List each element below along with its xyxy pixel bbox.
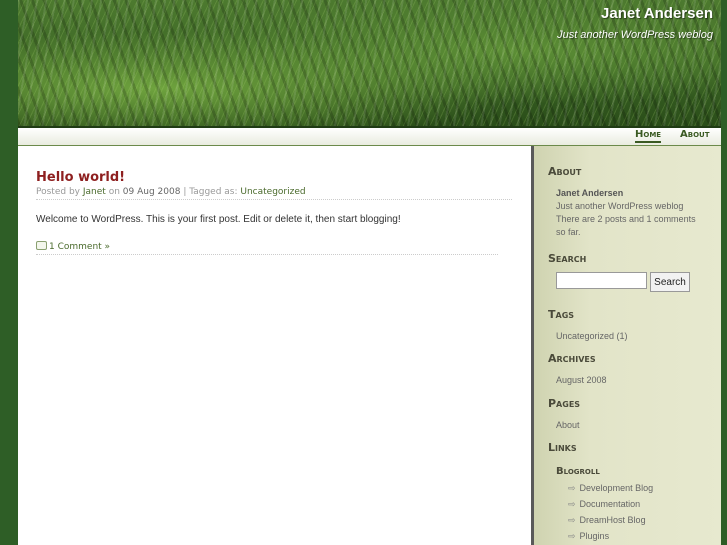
- arrow-right-icon: ⇨: [568, 531, 576, 541]
- search-input[interactable]: [556, 272, 647, 289]
- about-stats-line2: so far.: [556, 227, 581, 237]
- blogroll-item[interactable]: ⇨ Development Blog: [568, 483, 653, 494]
- meta-category-link[interactable]: Uncategorized: [240, 187, 305, 197]
- tags-heading: Tags: [548, 308, 575, 321]
- post-meta: Posted by Janet on 09 Aug 2008 | Tagged …: [36, 187, 512, 200]
- page: Janet Andersen Just another WordPress we…: [18, 0, 721, 545]
- tag-item-uncategorized[interactable]: Uncategorized (1): [556, 330, 628, 343]
- links-heading: Links: [548, 441, 577, 454]
- meta-posted-by: Posted by: [36, 187, 80, 197]
- arrow-right-icon: ⇨: [568, 483, 576, 493]
- archive-item-august-2008[interactable]: August 2008: [556, 374, 607, 387]
- nav-about[interactable]: About: [680, 129, 709, 141]
- meta-date: 09 Aug 2008: [122, 187, 181, 197]
- about-name: Janet Andersen: [556, 188, 624, 198]
- blog-title[interactable]: Janet Andersen: [601, 5, 713, 22]
- page-item-about[interactable]: About: [556, 419, 580, 432]
- nav-home[interactable]: Home: [635, 129, 662, 143]
- arrow-right-icon: ⇨: [568, 515, 576, 525]
- about-desc: Just another WordPress weblog: [556, 201, 684, 211]
- header-banner: Janet Andersen Just another WordPress we…: [18, 0, 721, 128]
- blogroll-item[interactable]: ⇨ Plugins: [568, 531, 609, 542]
- about-stats-line1: There are 2 posts and 1 comments: [556, 214, 696, 224]
- search-heading: Search: [548, 252, 587, 265]
- post-body: Welcome to WordPress. This is your first…: [36, 214, 401, 225]
- pages-heading: Pages: [548, 397, 581, 410]
- search-button[interactable]: Search: [650, 272, 690, 292]
- arrow-right-icon: ⇨: [568, 499, 576, 509]
- comments-link[interactable]: 1 Comment »: [49, 242, 110, 252]
- comment-bubble-icon: [36, 241, 47, 250]
- about-heading: About: [548, 165, 582, 178]
- archives-heading: Archives: [548, 352, 596, 365]
- main-content: Hello world! Posted by Janet on 09 Aug 2…: [36, 170, 512, 255]
- blog-description: Just another WordPress weblog: [557, 29, 713, 41]
- post-comments: 1 Comment »: [36, 241, 498, 255]
- post-title[interactable]: Hello world!: [36, 170, 512, 185]
- meta-author-link[interactable]: Janet: [83, 187, 106, 197]
- blogroll-heading: Blogroll: [556, 466, 600, 477]
- nav-bar: Home About: [18, 128, 721, 146]
- blogroll-item[interactable]: ⇨ Documentation: [568, 499, 640, 510]
- blogroll-item[interactable]: ⇨ DreamHost Blog: [568, 515, 646, 526]
- meta-on: on: [108, 187, 120, 197]
- sidebar: About Janet Andersen Just another WordPr…: [531, 146, 721, 545]
- meta-tagged: | Tagged as:: [183, 187, 238, 197]
